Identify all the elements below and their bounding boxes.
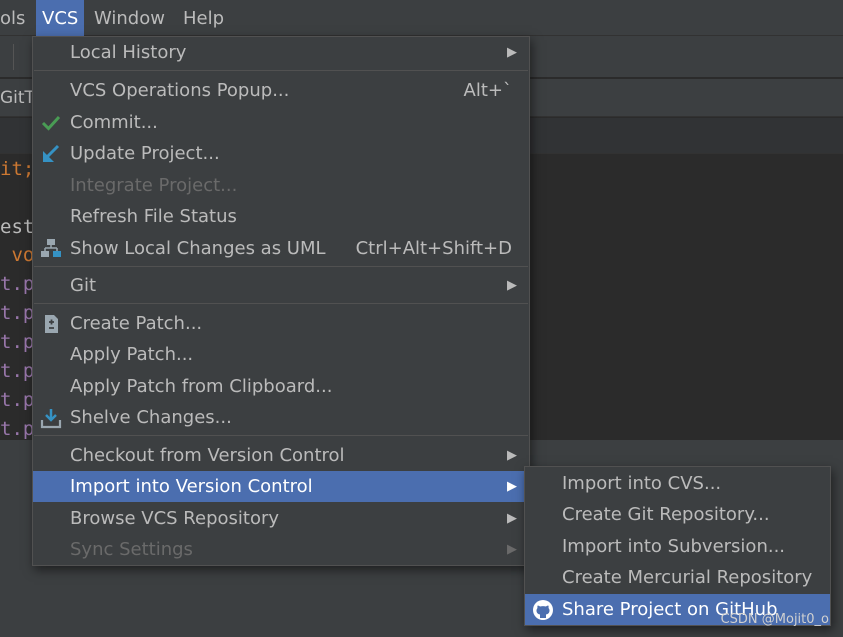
menu-separator (34, 266, 528, 267)
code-line: est (0, 216, 35, 238)
submenu-arrow-icon: ▶ (507, 479, 517, 494)
menu-item-label: VCS Operations Popup... (70, 80, 290, 101)
menu-item-label: Show Local Changes as UML (70, 238, 326, 259)
menu-item-label: Integrate Project... (70, 175, 238, 196)
menu-item-label: Apply Patch... (70, 344, 194, 365)
menu-separator (34, 435, 528, 436)
menu-item-label: Checkout from Version Control (70, 445, 345, 466)
menu-item-label: Import into Version Control (70, 476, 313, 497)
code-line: t.p (0, 331, 35, 353)
code-line: t.p (0, 360, 35, 382)
toolbar-separator (13, 44, 14, 70)
menu-separator (34, 303, 528, 304)
menu-item-label: Git (70, 275, 97, 296)
code-line: it; (0, 158, 35, 180)
menu-window[interactable]: Window (88, 0, 171, 36)
menu-vcs[interactable]: VCS (36, 0, 85, 36)
menu-item-local-history[interactable]: Local History ▶ (33, 37, 529, 68)
import-vc-submenu: Import into CVS... Create Git Repository… (524, 466, 831, 626)
menu-item-shortcut: Alt+` (463, 80, 512, 101)
menu-item-label: Commit... (70, 112, 158, 133)
code-line: t.p (0, 389, 35, 411)
menu-item-integrate-project: Integrate Project... (33, 170, 529, 201)
editor-tab[interactable]: GitT (0, 79, 35, 117)
menu-item-label: Local History (70, 42, 187, 63)
menu-item-browse-vcs-repo[interactable]: Browse VCS Repository ▶ (33, 503, 529, 534)
update-arrow-icon (43, 144, 60, 162)
menu-item-label: Update Project... (70, 143, 220, 164)
menu-item-import-subversion[interactable]: Import into Subversion... (525, 531, 830, 562)
menu-item-shortcut: Ctrl+Alt+Shift+D (355, 238, 512, 259)
menu-item-label: Import into CVS... (562, 473, 722, 494)
menu-item-shelve-changes[interactable]: Shelve Changes... (33, 402, 529, 433)
menu-item-apply-patch-clipboard[interactable]: Apply Patch from Clipboard... (33, 371, 529, 402)
code-line: t.p (0, 273, 35, 295)
menu-item-commit[interactable]: Commit... (33, 107, 529, 138)
submenu-arrow-icon: ▶ (507, 278, 517, 293)
menu-item-label: Shelve Changes... (70, 407, 232, 428)
menu-tools[interactable]: ols (0, 0, 31, 36)
menu-item-create-mercurial-repo[interactable]: Create Mercurial Repository (525, 562, 830, 593)
menu-item-import-cvs[interactable]: Import into CVS... (525, 468, 830, 499)
menu-item-checkout-vc[interactable]: Checkout from Version Control ▶ (33, 440, 529, 471)
submenu-arrow-icon: ▶ (507, 45, 517, 60)
menu-item-label: Create Patch... (70, 313, 203, 334)
menu-item-label: Browse VCS Repository (70, 508, 280, 529)
menu-item-label: Sync Settings (70, 539, 193, 560)
menu-item-update-project[interactable]: Update Project... (33, 138, 529, 169)
code-line: t.p (0, 418, 35, 440)
menu-item-create-git-repo[interactable]: Create Git Repository... (525, 499, 830, 530)
menu-item-label: Import into Subversion... (562, 536, 786, 557)
uml-diagram-icon (41, 239, 61, 257)
menu-item-apply-patch[interactable]: Apply Patch... (33, 339, 529, 370)
menu-item-label: Create Mercurial Repository (562, 567, 813, 588)
code-line: vo (0, 244, 35, 266)
menu-item-show-local-changes-uml[interactable]: Show Local Changes as UML Ctrl+Alt+Shift… (33, 233, 529, 264)
github-icon (533, 600, 553, 620)
menu-help[interactable]: Help (177, 0, 230, 36)
watermark-text: CSDN @Mojit0_o (720, 612, 829, 627)
shelve-icon (40, 409, 62, 429)
menu-item-label: Apply Patch from Clipboard... (70, 376, 333, 397)
menu-item-refresh-file-status[interactable]: Refresh File Status (33, 201, 529, 232)
menu-item-git[interactable]: Git ▶ (33, 270, 529, 301)
code-line: t.p (0, 302, 35, 324)
submenu-arrow-icon: ▶ (507, 542, 517, 557)
menu-item-label: Refresh File Status (70, 206, 237, 227)
vcs-menu: Local History ▶ VCS Operations Popup... … (32, 36, 530, 566)
menu-separator (34, 70, 528, 71)
menu-item-vcs-operations-popup[interactable]: VCS Operations Popup... Alt+` (33, 75, 529, 106)
submenu-arrow-icon: ▶ (507, 448, 517, 463)
patch-file-icon (45, 315, 58, 333)
menu-item-import-vc[interactable]: Import into Version Control ▶ (33, 471, 529, 502)
menu-item-sync-settings: Sync Settings ▶ (33, 534, 529, 565)
menu-item-create-patch[interactable]: Create Patch... (33, 308, 529, 339)
menu-item-label: Create Git Repository... (562, 504, 770, 525)
menu-bar: ols VCS Window Help (0, 0, 843, 36)
submenu-arrow-icon: ▶ (507, 511, 517, 526)
checkmark-icon (41, 115, 61, 131)
